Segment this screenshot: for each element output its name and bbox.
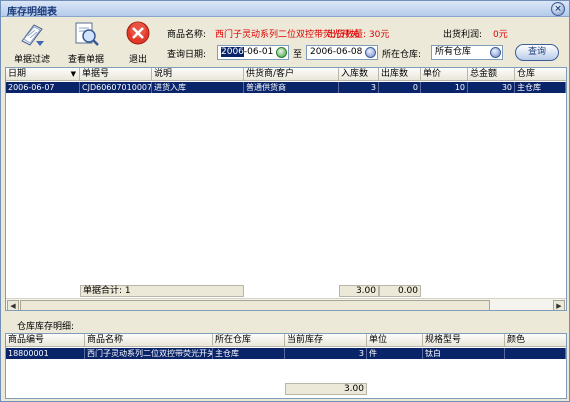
date-to-value: 2006-06-08 xyxy=(310,47,363,57)
scroll-thumb[interactable] xyxy=(20,300,490,310)
doc-count-total: 单据合计: 1 xyxy=(80,285,244,297)
col-header-current-stock[interactable]: 当前库存 xyxy=(285,334,367,347)
warehouse-label: 所在仓库: xyxy=(382,50,422,60)
cell-unit-price: 10 xyxy=(421,82,468,93)
main-table: 日期 ▼ 单据号 说明 供货商/客户 入库数 出库数 单价 总金额 仓库 2006… xyxy=(5,67,567,311)
col-header-in-qty[interactable]: 入库数 xyxy=(339,68,379,81)
col-header-total[interactable]: 总金额 xyxy=(468,68,515,81)
horizontal-scrollbar[interactable]: ◀ ▶ xyxy=(6,298,566,310)
stock-detail-label: 仓库库存明细: xyxy=(17,322,75,332)
window-title: 库存明细表 xyxy=(7,7,57,18)
table-row[interactable]: 2006-06-07 CJD60607010007 进货入库 普通供货商 3 0… xyxy=(6,82,566,93)
magnifier-document-icon xyxy=(75,22,99,46)
close-icon[interactable]: × xyxy=(551,2,565,16)
cell-color xyxy=(505,348,566,359)
warehouse-select[interactable]: 所有仓库 xyxy=(431,45,503,60)
ship-profit-value: 0元 xyxy=(493,30,508,40)
col-header-date[interactable]: 日期 ▼ xyxy=(6,68,80,81)
cell-out-qty: 0 xyxy=(379,82,421,93)
cell-doc-no: CJD60607010007 xyxy=(82,82,152,93)
date-from-year-selected: 2006 xyxy=(221,47,244,57)
table-row[interactable]: 18800001 西门子灵动系列二位双控带荧光开关 主仓库 3 件 钛白 xyxy=(6,348,566,359)
col-header-out-qty[interactable]: 出库数 xyxy=(379,68,421,81)
in-qty-total: 3.00 xyxy=(339,285,379,297)
col-header-unit[interactable]: 单位 xyxy=(367,334,423,347)
view-document-button[interactable]: 查看单据 xyxy=(63,21,109,65)
cell-product-name: 西门子灵动系列二位双控带荧光开关 xyxy=(87,348,213,359)
date-from-rest: -06-01 xyxy=(243,47,274,57)
filter-document-icon xyxy=(21,24,44,46)
col-header-stock-warehouse[interactable]: 所在仓库 xyxy=(213,334,285,347)
exit-label: 退出 xyxy=(128,55,147,65)
date-from-field[interactable]: 2006-06-01 xyxy=(217,45,289,60)
query-button[interactable]: 查询 xyxy=(515,44,559,61)
cell-current-stock: 3 xyxy=(285,348,367,359)
filter-documents-button[interactable]: 单据过滤 xyxy=(9,21,55,65)
inventory-detail-window: 库存明细表 × 单据过滤 查看单据 退出 商品名称: 西门子灵动系列二位双控带荧… xyxy=(0,0,570,402)
stock-total: 3.00 xyxy=(285,383,367,395)
exit-button[interactable]: 退出 xyxy=(115,21,161,65)
cell-product-code: 18800001 xyxy=(6,348,85,359)
cell-in-qty: 3 xyxy=(339,82,379,93)
title-bar: 库存明细表 × xyxy=(1,1,569,18)
date-to-field[interactable]: 2006-06-08 xyxy=(306,45,378,60)
date-picker-icon[interactable] xyxy=(276,47,287,58)
out-qty-total: 0.00 xyxy=(379,285,421,297)
stock-table: 商品编号 商品名称 所在仓库 当前库存 单位 规格型号 颜色 18800001 … xyxy=(5,333,567,399)
date-picker-icon[interactable] xyxy=(365,47,376,58)
dropdown-icon[interactable] xyxy=(490,47,501,58)
cell-stock-warehouse: 主仓库 xyxy=(213,348,285,359)
sort-down-icon: ▼ xyxy=(70,70,76,78)
warehouse-select-value: 所有仓库 xyxy=(435,47,472,57)
col-header-warehouse[interactable]: 仓库 xyxy=(515,68,566,81)
exit-x-icon xyxy=(126,21,150,45)
view-document-label: 查看单据 xyxy=(67,55,104,65)
col-header-product-code[interactable]: 商品编号 xyxy=(6,334,85,347)
ship-quantity-overlay: 出货数量: 30元 xyxy=(327,30,390,40)
col-header-supplier[interactable]: 供货商/客户 xyxy=(244,68,339,81)
cell-unit: 件 xyxy=(367,348,423,359)
product-name-label: 商品名称: xyxy=(167,30,207,40)
col-header-unit-price[interactable]: 单价 xyxy=(421,68,468,81)
date-to-label: 至 xyxy=(293,50,303,60)
cell-total: 30 xyxy=(468,82,515,93)
query-date-label: 查询日期: xyxy=(167,50,207,60)
col-header-product-name[interactable]: 商品名称 xyxy=(85,334,213,347)
col-header-color[interactable]: 颜色 xyxy=(505,334,566,347)
cell-date: 2006-06-07 xyxy=(6,82,80,93)
scroll-right-icon[interactable]: ▶ xyxy=(553,300,565,310)
col-header-spec[interactable]: 规格型号 xyxy=(423,334,505,347)
cell-description: 进货入库 xyxy=(152,82,244,93)
cell-spec: 钛白 xyxy=(423,348,505,359)
col-header-description[interactable]: 说明 xyxy=(152,68,244,81)
ship-profit-label: 出货利润: xyxy=(443,30,483,40)
cell-warehouse: 主仓库 xyxy=(515,82,566,93)
cell-supplier: 普通供货商 xyxy=(244,82,339,93)
col-header-doc-no[interactable]: 单据号 xyxy=(80,68,152,81)
filter-documents-label: 单据过滤 xyxy=(13,55,50,65)
scroll-left-icon[interactable]: ◀ xyxy=(7,300,19,310)
